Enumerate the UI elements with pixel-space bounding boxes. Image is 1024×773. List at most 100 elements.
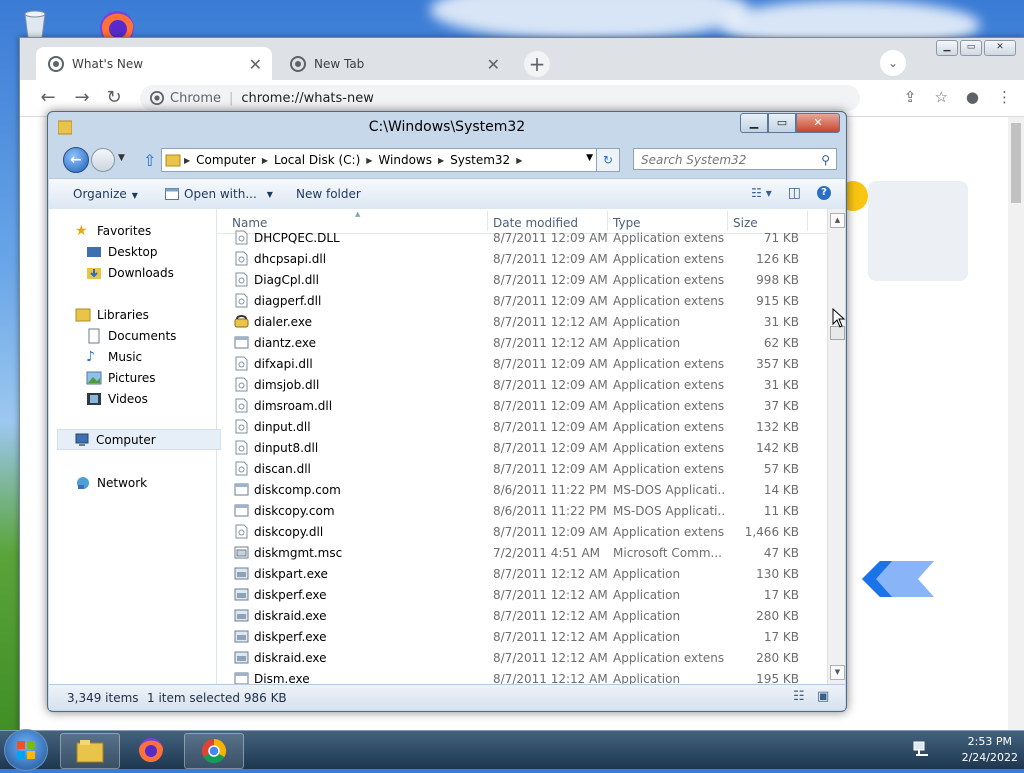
forward-arrow-icon[interactable]	[91, 148, 115, 172]
file-row[interactable]: dhcpsapi.dll 8/7/2011 12:09 AM Application…	[217, 248, 829, 269]
recent-pages-chevron-icon[interactable]: ▼	[118, 153, 125, 163]
breadcrumb-separator-icon[interactable]: ▶	[262, 156, 268, 165]
scroll-thumb[interactable]	[830, 326, 845, 340]
nav-favorites[interactable]: ★ Favorites	[75, 223, 151, 239]
nav-videos[interactable]: Videos	[86, 391, 148, 407]
nav-pictures[interactable]: Pictures	[86, 370, 156, 386]
minimize-button[interactable]: ▁	[740, 113, 768, 133]
file-row[interactable]: dialer.exe 8/7/2011 12:12 AM Application 31…	[217, 311, 829, 332]
nav-music[interactable]: ♪ Music	[86, 349, 142, 365]
new-folder-button[interactable]: New folder	[296, 187, 361, 201]
refresh-icon[interactable]: ↻	[596, 148, 620, 172]
file-row[interactable]: diskcomp.com 8/6/2011 11:22 PM MS-DOS Appl…	[217, 479, 829, 500]
file-row[interactable]: dimsjob.dll 8/7/2011 12:09 AM Application …	[217, 374, 829, 395]
breadcrumb-separator-icon[interactable]: ▶	[438, 156, 444, 165]
details-view-icon[interactable]: ☷	[793, 689, 805, 704]
back-arrow-icon[interactable]: ←	[63, 147, 89, 173]
file-name: diskcomp.com	[254, 483, 341, 497]
taskbar-chrome-button[interactable]	[184, 733, 244, 769]
preview-pane-icon[interactable]: ◫	[788, 185, 801, 201]
file-row[interactable]: diskperf.exe 8/7/2011 12:12 AM Application…	[217, 626, 829, 647]
explorer-titlebar[interactable]: C:\Windows\System32 ▁ ▭ ✕	[48, 112, 846, 142]
forward-arrow-icon[interactable]: →	[72, 88, 92, 108]
dll-file-icon	[234, 524, 249, 539]
file-row[interactable]: difxapi.dll 8/7/2011 12:09 AM Application …	[217, 353, 829, 374]
address-bar[interactable]: ▶ Computer ▶ Local Disk (C:) ▶ Windows ▶…	[161, 148, 598, 172]
file-date: 8/7/2011 12:09 AM	[493, 525, 608, 539]
nav-label: Documents	[108, 329, 177, 343]
start-button[interactable]	[4, 729, 48, 771]
breadcrumb-separator-icon[interactable]: ▶	[516, 156, 522, 165]
taskbar-firefox-button[interactable]	[122, 733, 180, 767]
file-list-scrollbar[interactable]: ▲ ▼	[827, 209, 845, 684]
close-tab-icon[interactable]: ✕	[487, 55, 500, 74]
scroll-up-arrow-icon[interactable]: ▲	[830, 213, 845, 228]
breadcrumb-local-disk[interactable]: Local Disk (C:)	[274, 153, 360, 167]
close-button[interactable]: ✕	[796, 113, 840, 133]
change-view-icon[interactable]: ☷ ▾	[751, 186, 772, 200]
menu-kebab-icon[interactable]: ⋮	[997, 88, 1012, 106]
scroll-down-arrow-icon[interactable]: ▼	[830, 665, 845, 680]
tab-new-tab[interactable]: New Tab ✕	[278, 47, 510, 80]
nav-network[interactable]: Network	[75, 475, 147, 491]
back-arrow-icon[interactable]: ←	[38, 88, 58, 108]
open-with-button[interactable]: Open with... ▼	[165, 187, 273, 201]
recycle-bin-icon[interactable]	[18, 6, 52, 40]
address-dropdown-icon[interactable]: ▼	[586, 153, 593, 163]
new-tab-button[interactable]: +	[524, 51, 550, 77]
help-icon[interactable]: ?	[817, 186, 831, 200]
file-row[interactable]: dinput.dll 8/7/2011 12:09 AM Application e…	[217, 416, 829, 437]
scroll-thumb[interactable]	[1011, 123, 1021, 203]
up-arrow-icon[interactable]: ⇧	[143, 151, 156, 170]
minimize-button[interactable]: ▁	[936, 40, 958, 56]
clock[interactable]: 2:53 PM 2/24/2022	[962, 734, 1018, 766]
taskbar-explorer-button[interactable]	[60, 733, 120, 769]
file-row[interactable]: diagperf.dll 8/7/2011 12:09 AM Application…	[217, 290, 829, 311]
file-row[interactable]: diskcopy.dll 8/7/2011 12:09 AM Application…	[217, 521, 829, 542]
nav-documents[interactable]: Documents	[86, 328, 176, 344]
breadcrumb-computer[interactable]: Computer	[196, 153, 256, 167]
breadcrumb-separator-icon[interactable]: ▶	[184, 156, 190, 165]
file-row[interactable]: diskcopy.com 8/6/2011 11:22 PM MS-DOS Appl…	[217, 500, 829, 521]
organize-button[interactable]: Organize ▼	[73, 187, 138, 201]
file-row[interactable]: DHCPQEC.DLL 8/7/2011 12:09 AM Application …	[217, 227, 829, 248]
file-row[interactable]: DiagCpl.dll 8/7/2011 12:09 AM Application …	[217, 269, 829, 290]
page-scrollbar[interactable]	[1008, 117, 1024, 731]
tab-whats-new[interactable]: What's New ✕	[36, 47, 272, 80]
nav-desktop[interactable]: Desktop	[86, 244, 158, 260]
file-row[interactable]: discan.dll 8/7/2011 12:09 AM Application e…	[217, 458, 829, 479]
nav-downloads[interactable]: Downloads	[86, 265, 174, 281]
file-row[interactable]: diskraid.exe 8/7/2011 12:12 AM Application…	[217, 605, 829, 626]
close-tab-icon[interactable]: ✕	[249, 55, 262, 74]
maximize-button[interactable]: ▭	[960, 40, 982, 56]
file-row[interactable]: Dism.exe 8/7/2011 12:12 AM Application 195 …	[217, 668, 829, 684]
file-date: 8/7/2011 12:09 AM	[493, 441, 608, 455]
breadcrumb-system32[interactable]: System32	[450, 153, 510, 167]
maximize-button[interactable]: ▭	[768, 113, 796, 133]
tab-search-chevron-icon[interactable]: ⌄	[880, 50, 906, 76]
breadcrumb-separator-icon[interactable]: ▶	[366, 156, 372, 165]
share-icon[interactable]: ⇪	[904, 88, 917, 106]
file-row[interactable]: diskperf.exe 8/7/2011 12:12 AM Application…	[217, 584, 829, 605]
file-row[interactable]: diskpart.exe 8/7/2011 12:12 AM Application…	[217, 563, 829, 584]
nav-libraries[interactable]: Libraries	[75, 307, 149, 323]
profile-avatar-icon[interactable]: ●	[966, 88, 979, 106]
search-icon[interactable]: ⚲	[821, 149, 830, 171]
nav-label: Pictures	[108, 371, 156, 385]
network-tray-icon[interactable]	[912, 740, 930, 758]
file-row[interactable]: dinput8.dll 8/7/2011 12:09 AM Application …	[217, 437, 829, 458]
address-bar[interactable]: Chrome | chrome://whats-new	[140, 85, 860, 111]
large-icons-view-icon[interactable]: ▣	[817, 689, 829, 704]
file-row[interactable]: diskmgmt.msc 7/2/2011 4:51 AM Microsoft Co…	[217, 542, 829, 563]
reload-icon[interactable]: ↻	[104, 88, 124, 108]
bookmark-star-icon[interactable]: ☆	[934, 88, 947, 106]
close-button[interactable]: ✕	[984, 40, 1016, 56]
search-input[interactable]: Search System32 ⚲	[633, 148, 837, 170]
site-info[interactable]: Chrome	[150, 91, 221, 106]
dll-file-icon	[234, 461, 249, 476]
file-row[interactable]: diantz.exe 8/7/2011 12:12 AM Application 62…	[217, 332, 829, 353]
file-row[interactable]: diskraid.exe 8/7/2011 12:12 AM Application…	[217, 647, 829, 668]
nav-computer[interactable]: Computer	[57, 429, 221, 450]
file-row[interactable]: dimsroam.dll 8/7/2011 12:09 AM Application…	[217, 395, 829, 416]
breadcrumb-windows[interactable]: Windows	[378, 153, 432, 167]
